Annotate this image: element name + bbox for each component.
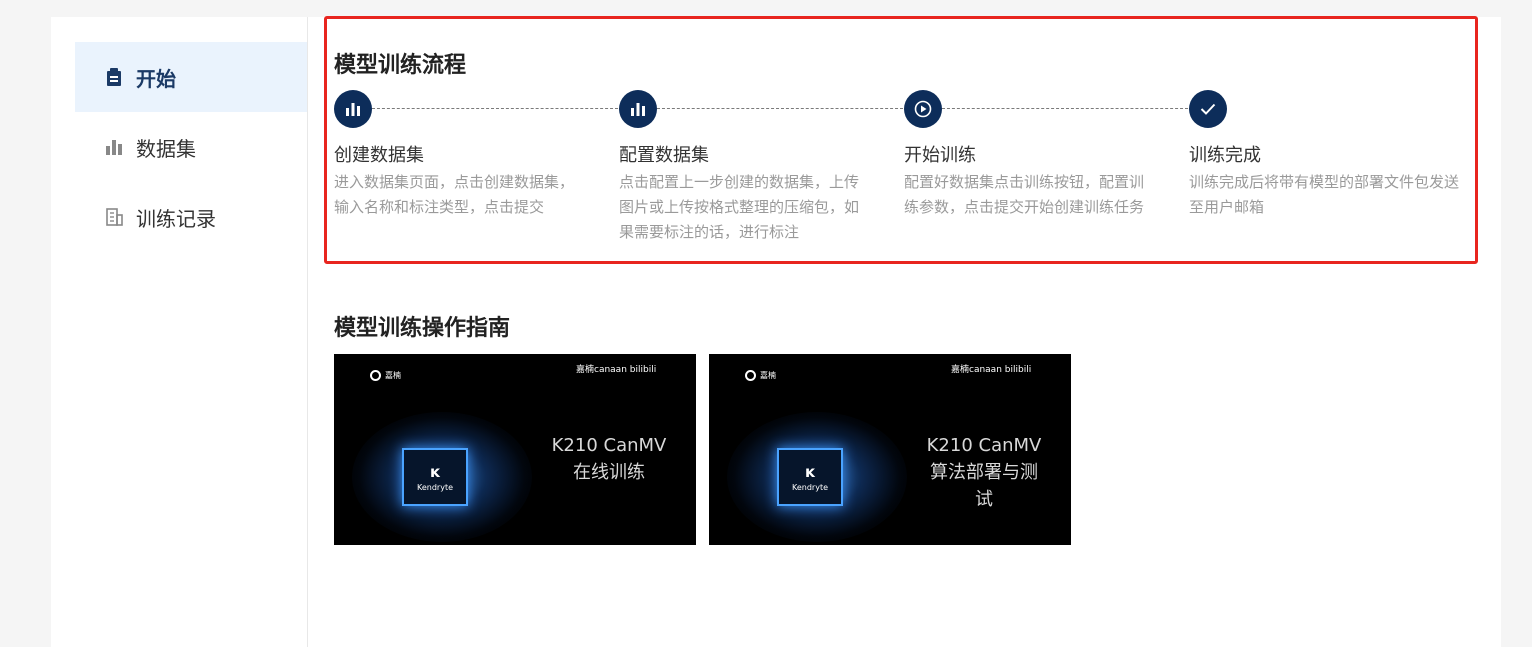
bar-chart-icon [631, 103, 645, 116]
canaan-logo: 嘉楠 [370, 370, 401, 381]
sidebar-item-label: 训练记录 [136, 206, 216, 231]
chip-image: ᴋ Kendryte [402, 448, 468, 506]
brand-label: 嘉楠canaan bilibili [576, 365, 657, 375]
step-3-name: 开始训练 [904, 145, 976, 166]
step-2-name: 配置数据集 [619, 145, 709, 166]
step-connector [942, 108, 1188, 109]
step-4-icon [1189, 90, 1227, 128]
check-icon [1200, 103, 1216, 115]
step-3-icon [904, 90, 942, 128]
clipboard-icon [105, 68, 123, 86]
sidebar: 开始 数据集 训练记录 [51, 17, 308, 647]
step-2-desc: 点击配置上一步创建的数据集，上传图片或上传按格式整理的压缩包，如果需要标注的话，… [619, 173, 860, 241]
step-1-icon [334, 90, 372, 128]
video-title-line1: K210 CanMV [926, 435, 1042, 456]
sidebar-item-training-records[interactable]: 训练记录 [75, 182, 307, 252]
step-1-desc: 进入数据集页面，点击创建数据集，输入名称和标注类型，点击提交 [334, 173, 575, 216]
sidebar-item-label: 开始 [136, 66, 176, 91]
video-card-deploy-test[interactable]: ᴋ Kendryte 嘉楠 嘉楠canaan bilibili K210 CanM… [709, 354, 1071, 545]
brand-label: 嘉楠canaan bilibili [951, 365, 1032, 375]
play-circle-icon [914, 100, 932, 118]
video-title-line3: 试 [975, 489, 993, 510]
sidebar-item-dataset[interactable]: 数据集 [75, 112, 307, 182]
step-connector [372, 108, 618, 109]
video-title-line1: K210 CanMV [551, 435, 667, 456]
guide-title: 模型训练操作指南 [334, 316, 511, 341]
flow-title: 模型训练流程 [334, 53, 467, 78]
sidebar-item-start[interactable]: 开始 [75, 42, 307, 112]
step-1-name: 创建数据集 [334, 145, 424, 166]
step-4-name: 训练完成 [1189, 145, 1261, 166]
sidebar-item-label: 数据集 [136, 136, 196, 161]
video-title-line2: 算法部署与测 [930, 462, 1038, 483]
step-4-desc: 训练完成后将带有模型的部署文件包发送至用户邮箱 [1189, 173, 1460, 216]
step-connector [657, 108, 903, 109]
bar-chart-icon [346, 103, 360, 116]
building-icon [105, 208, 123, 226]
chip-image: ᴋ Kendryte [777, 448, 843, 506]
step-2-icon [619, 90, 657, 128]
video-card-online-training[interactable]: ᴋ Kendryte 嘉楠 嘉楠canaan bilibili K210 CanM… [334, 354, 696, 545]
step-3-desc: 配置好数据集点击训练按钮，配置训练参数，点击提交开始创建训练任务 [904, 173, 1145, 216]
training-flow-highlight [324, 16, 1478, 264]
canaan-logo: 嘉楠 [745, 370, 776, 381]
bar-chart-icon [105, 138, 123, 156]
video-title-line2: 在线训练 [573, 462, 645, 483]
